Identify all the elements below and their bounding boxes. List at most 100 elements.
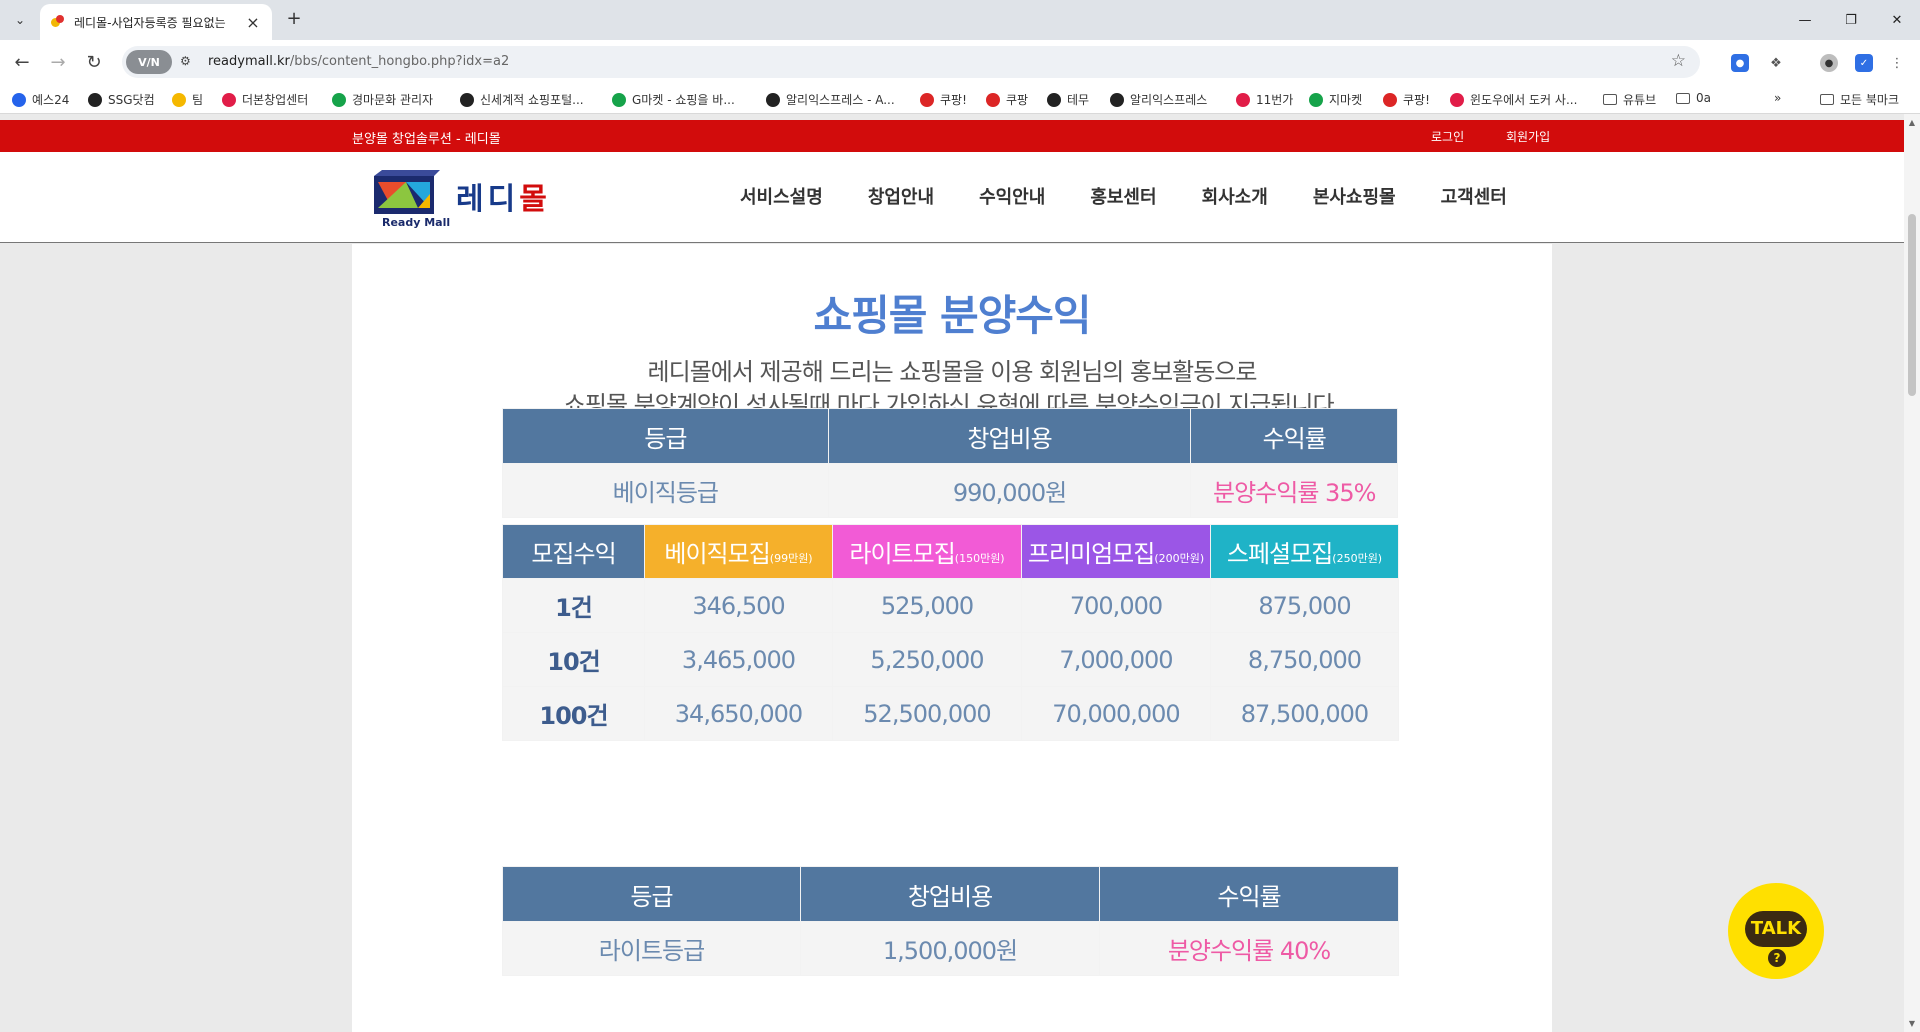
nav-item[interactable]: 수익안내	[979, 183, 1045, 209]
bookmark-label: 팀	[192, 93, 204, 107]
talk-help-icon: ?	[1768, 949, 1786, 967]
bookmark-item[interactable]: 쿠팡!	[920, 91, 967, 108]
bookmark-favicon-icon	[12, 92, 26, 107]
recruit-amount: 3,465,000	[644, 632, 833, 687]
kakao-talk-button[interactable]: TALK ?	[1728, 883, 1824, 979]
recruit-count: 10건	[502, 632, 645, 687]
bookmark-item[interactable]: G마켓 - 쇼핑을 바...	[612, 91, 735, 108]
recruit-amount: 875,000	[1210, 578, 1399, 633]
recruit-amount: 34,650,000	[644, 686, 833, 741]
bookmark-item[interactable]: 0a	[1676, 91, 1711, 105]
bookmark-item[interactable]: 쿠팡	[986, 91, 1028, 108]
nav-item[interactable]: 홍보센터	[1090, 183, 1156, 209]
recruit-row: 1건 346,500 525,000 700,000 875,000	[502, 578, 1399, 633]
recruit-col-price: (150만원)	[954, 552, 1005, 565]
folder-icon	[1603, 94, 1617, 105]
bookmark-favicon-icon	[1047, 92, 1061, 107]
recruit-header-row: 모집수익 베이직모집(99만원) 라이트모집(150만원) 프리미엄모집(200만원)…	[502, 524, 1399, 579]
grade-name: 라이트등급	[502, 921, 801, 976]
restore-icon[interactable]: ❐	[1828, 0, 1874, 40]
nav-item[interactable]: 회사소개	[1202, 183, 1268, 209]
bookmark-item[interactable]: 예스24	[12, 91, 69, 108]
extension-shield-icon[interactable]: ●	[1731, 54, 1749, 72]
bookmark-label: 신세계적 쇼핑포털...	[480, 93, 584, 107]
scroll-down-arrow-icon[interactable]: ▼	[1904, 1019, 1920, 1028]
recruit-row: 10건 3,465,000 5,250,000 7,000,000 8,750,000	[502, 632, 1399, 687]
bookmark-item[interactable]: 더본창업센터	[222, 91, 308, 108]
nav-item[interactable]: 고객센터	[1441, 183, 1507, 209]
bookmark-item[interactable]: 팀	[172, 91, 203, 108]
bookmark-item[interactable]: 신세계적 쇼핑포털...	[460, 91, 584, 108]
browser-tab-active[interactable]: 레디몰-사업자등록증 필요없는 ×	[40, 4, 272, 40]
url-text[interactable]: readymall.kr/bbs/content_hongbo.php?idx=…	[208, 54, 509, 69]
grade-name: 베이직등급	[502, 463, 829, 518]
recruit-amount: 525,000	[832, 578, 1022, 633]
bookmark-favicon-icon	[88, 92, 102, 107]
bookmark-item[interactable]: 경마문화 관리자	[332, 91, 433, 108]
page-viewport: 분양몰 창업솔루션 - 레디몰 로그인 회원가입 Ready Mall 레디몰 …	[0, 114, 1904, 1032]
bookmark-label: 경마문화 관리자	[352, 93, 434, 107]
tab-search-chevron-icon[interactable]: ⌄	[7, 8, 33, 32]
minimize-icon[interactable]: —	[1782, 0, 1828, 40]
grade-value-row: 라이트등급 1,500,000원 분양수익률 40%	[502, 921, 1399, 976]
bookmarks-overflow-icon[interactable]: »	[1774, 91, 1781, 105]
profile-avatar-icon[interactable]: ●	[1820, 54, 1838, 72]
bookmark-favicon-icon	[1450, 92, 1464, 107]
bookmark-star-icon[interactable]: ☆	[1671, 51, 1686, 71]
logo-korean-text: 레디몰	[456, 182, 551, 217]
bookmark-item[interactable]: 11번가	[1236, 91, 1293, 108]
tab-close-icon[interactable]: ×	[244, 13, 262, 32]
site-info-tune-icon[interactable]: ⚙	[180, 54, 191, 68]
bookmark-label: G마켓 - 쇼핑을 바...	[632, 93, 735, 107]
bookmark-label: 테무	[1067, 93, 1090, 107]
back-arrow-icon[interactable]: ←	[8, 48, 36, 76]
page-scrollbar[interactable]: ▲ ▼	[1904, 114, 1920, 1032]
new-tab-plus-icon[interactable]: +	[282, 8, 306, 32]
bookmark-item[interactable]: 지마켓	[1309, 91, 1362, 108]
vpn-badge[interactable]: V/N	[126, 50, 172, 74]
site-header: Ready Mall 레디몰 서비스설명 창업안내 수익안내 홍보센터 회사소개 본사쇼핑…	[0, 152, 1904, 243]
login-link[interactable]: 로그인	[1431, 128, 1464, 145]
nav-item[interactable]: 서비스설명	[740, 183, 823, 209]
scroll-up-arrow-icon[interactable]: ▲	[1904, 118, 1920, 127]
bookmark-label: 지마켓	[1329, 93, 1363, 107]
bookmark-favicon-icon	[1110, 92, 1124, 107]
nav-item[interactable]: 본사쇼핑몰	[1313, 183, 1396, 209]
reload-icon[interactable]: ↻	[80, 48, 108, 76]
bookmark-item[interactable]: SSG닷컴	[88, 91, 155, 108]
main-navigation: 서비스설명 창업안내 수익안내 홍보센터 회사소개 본사쇼핑몰 고객센터	[740, 183, 1552, 209]
bookmark-item[interactable]: 테무	[1047, 91, 1089, 108]
bookmark-item[interactable]: 유튜브	[1603, 91, 1656, 108]
recruit-amount: 700,000	[1021, 578, 1211, 633]
all-bookmarks-folder[interactable]: 모든 북마크	[1820, 91, 1899, 108]
grade-rate: 분양수익률 40%	[1099, 921, 1399, 976]
bookmark-label: 쿠팡!	[940, 93, 967, 107]
extensions-puzzle-icon[interactable]: ❖	[1767, 54, 1785, 72]
recruit-col-label: 베이직모집	[664, 540, 770, 568]
recruit-amount: 52,500,000	[832, 686, 1022, 741]
bookmark-label: 유튜브	[1623, 93, 1657, 107]
nav-item[interactable]: 창업안내	[868, 183, 934, 209]
bookmark-item[interactable]: 쿠팡!	[1383, 91, 1430, 108]
site-logo[interactable]: Ready Mall 레디몰	[372, 168, 572, 230]
bookmark-item[interactable]: 알리익스프레스	[1110, 91, 1207, 108]
browser-menu-kebab-icon[interactable]: ⋮	[1888, 54, 1906, 72]
window-close-icon[interactable]: ✕	[1874, 0, 1920, 40]
join-link[interactable]: 회원가입	[1506, 128, 1550, 145]
bookmark-label: 쿠팡!	[1403, 93, 1430, 107]
recruit-revenue-table: 모집수익 베이직모집(99만원) 라이트모집(150만원) 프리미엄모집(200만원)…	[502, 524, 1399, 741]
recruit-col-label: 모집수익	[531, 540, 616, 568]
bookmark-item[interactable]: 윈도우에서 도커 사...	[1450, 91, 1577, 108]
address-bar[interactable]: V/N ⚙ readymall.kr/bbs/content_hongbo.ph…	[122, 46, 1700, 78]
recruit-col-header: 라이트모집(150만원)	[832, 524, 1022, 579]
forward-arrow-icon[interactable]: →	[44, 48, 72, 76]
grade-value-row: 베이직등급 990,000원 분양수익률 35%	[502, 463, 1398, 518]
bookmark-item[interactable]: 알리익스프레스 - A...	[766, 91, 895, 108]
basic-grade-table: 등급 창업비용 수익률 베이직등급 990,000원 분양수익률 35%	[502, 408, 1398, 518]
bookmark-label: SSG닷컴	[108, 93, 155, 107]
rate-col-header: 수익률	[1099, 866, 1399, 922]
grade-cost: 990,000원	[827, 463, 1192, 518]
security-check-icon[interactable]: ✓	[1855, 54, 1873, 72]
scrollbar-thumb[interactable]	[1908, 214, 1916, 396]
grade-rate: 분양수익률 35%	[1190, 463, 1398, 518]
